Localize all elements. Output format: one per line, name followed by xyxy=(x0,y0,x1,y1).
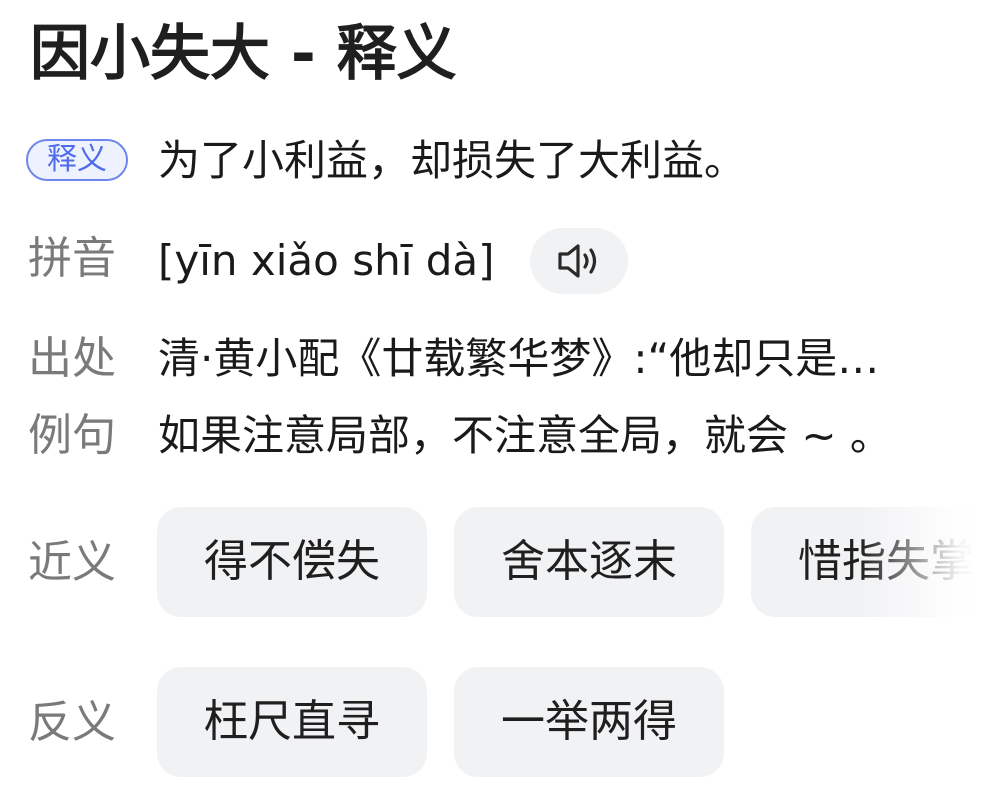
synonym-chip[interactable]: 惜指失掌 xyxy=(751,507,985,617)
example-label: 例句 xyxy=(28,410,116,461)
example-text: 如果注意局部，不注意全局，就会 ~ 。 xyxy=(158,411,892,460)
antonym-chip[interactable]: 枉尺直寻 xyxy=(157,667,427,777)
source-label: 出处 xyxy=(28,333,116,384)
pronounce-button[interactable] xyxy=(530,228,628,294)
source-text[interactable]: 清·黄小配《廿载繁华梦》:“他却只是… xyxy=(158,331,978,387)
pinyin-label: 拼音 xyxy=(28,233,116,284)
antonym-chip[interactable]: 一举两得 xyxy=(454,667,724,777)
antonyms-label: 反义 xyxy=(28,697,116,748)
speaker-icon xyxy=(558,244,597,278)
definition-text: 为了小利益，却损失了大利益。 xyxy=(158,136,747,185)
synonyms-label: 近义 xyxy=(28,537,116,588)
synonym-chip[interactable]: 舍本逐末 xyxy=(454,507,724,617)
pinyin-text: [yīn xiǎo shī dà] xyxy=(158,236,495,285)
definition-badge: 释义 xyxy=(26,139,128,181)
synonym-chip[interactable]: 得不偿失 xyxy=(157,507,427,617)
page-title: 因小失大 - 释义 xyxy=(30,19,457,89)
